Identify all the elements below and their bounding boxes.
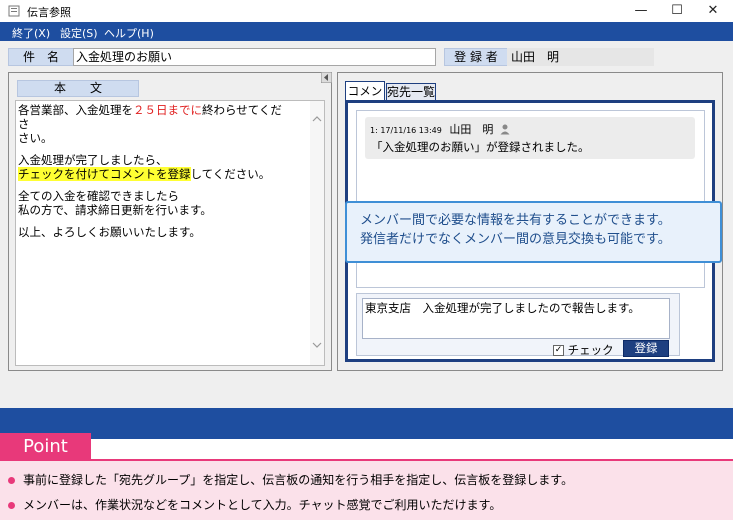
check-option[interactable]: ✓ チェック: [553, 344, 614, 356]
body-text: 各営業部、入金処理を２５日までに終わらせてくださ さい。 入金処理が完了しました…: [18, 103, 282, 239]
callout-line-1: メンバー間で必要な情報を共有することができます。: [360, 213, 671, 228]
title-bar: 伝言参照 — ☐ ✕: [0, 0, 733, 22]
comment-text: 「入金処理のお願い」が登録されました。: [371, 140, 590, 154]
maximize-button[interactable]: ☐: [662, 0, 692, 22]
comment-author: 山田 明: [449, 123, 494, 136]
subject-field[interactable]: 入金処理のお願い: [73, 48, 436, 66]
body-label: 本 文: [17, 80, 139, 97]
close-button[interactable]: ✕: [698, 0, 728, 22]
body-panel: 本 文 各営業部、入金処理を２５日までに終わらせてくださ さい。 入金処理が完了…: [8, 72, 332, 371]
menu-bar: 終了(X) 設定(S) ヘルプ(H): [0, 22, 733, 41]
person-icon: [500, 124, 510, 135]
scroll-up-icon[interactable]: [312, 115, 322, 123]
point-title: Point: [0, 433, 91, 461]
menu-settings[interactable]: 設定(S): [60, 25, 98, 41]
menu-help[interactable]: ヘルプ(H): [104, 25, 154, 41]
comment-item: 1: 17/11/16 13:49 山田 明 「入金処理のお願い」が登録されまし…: [365, 117, 695, 159]
point-box: 事前に登録した「宛先グループ」を指定し、伝言板の通知を行う相手を指定し、伝言板を…: [0, 459, 733, 520]
registrant-label: 登 録 者: [444, 48, 508, 66]
window-title: 伝言参照: [27, 6, 71, 19]
reply-area: 東京支店 入金処理が完了しましたので報告します。 ✓ チェック 登録: [356, 293, 680, 357]
check-checkbox[interactable]: ✓: [553, 345, 564, 356]
callout-box: メンバー間で必要な情報を共有することができます。 発信者だけでなくメンバー間の意…: [345, 201, 722, 263]
tab-comment[interactable]: コメント: [345, 81, 385, 116]
body-text-area[interactable]: 各営業部、入金処理を２５日までに終わらせてくださ さい。 入金処理が完了しました…: [15, 100, 325, 366]
collapse-arrow-icon[interactable]: [321, 72, 332, 83]
minimize-button[interactable]: —: [626, 0, 656, 22]
status-bar: [0, 408, 733, 439]
tab-recipients[interactable]: 宛先一覧: [386, 83, 436, 100]
check-label: チェック: [567, 343, 614, 357]
main-content: 件 名 入金処理のお願い 登 録 者 山田 明 本 文 各営業部、入金処理を２５…: [0, 41, 733, 419]
body-scrollbar[interactable]: [310, 101, 324, 365]
subject-label: 件 名: [8, 48, 74, 66]
point-bullet-2: メンバーは、作業状況などをコメントとして入力。チャット感覚でご利用いただけます。: [8, 496, 501, 513]
menu-exit[interactable]: 終了(X): [12, 25, 50, 41]
comment-meta: 1: 17/11/16 13:49: [370, 126, 442, 135]
bullet-icon: [8, 477, 15, 484]
app-icon: [8, 5, 20, 17]
point-bullet-1: 事前に登録した「宛先グループ」を指定し、伝言板の通知を行う相手を指定し、伝言板を…: [8, 471, 573, 488]
scroll-down-icon[interactable]: [312, 341, 322, 349]
registrant-field: 山田 明: [507, 48, 654, 66]
submit-comment-button[interactable]: 登録: [623, 340, 669, 357]
callout-line-2: 発信者だけでなくメンバー間の意見交換も可能です。: [360, 232, 671, 247]
bullet-icon: [8, 502, 15, 509]
reply-input[interactable]: 東京支店 入金処理が完了しましたので報告します。: [362, 298, 670, 339]
